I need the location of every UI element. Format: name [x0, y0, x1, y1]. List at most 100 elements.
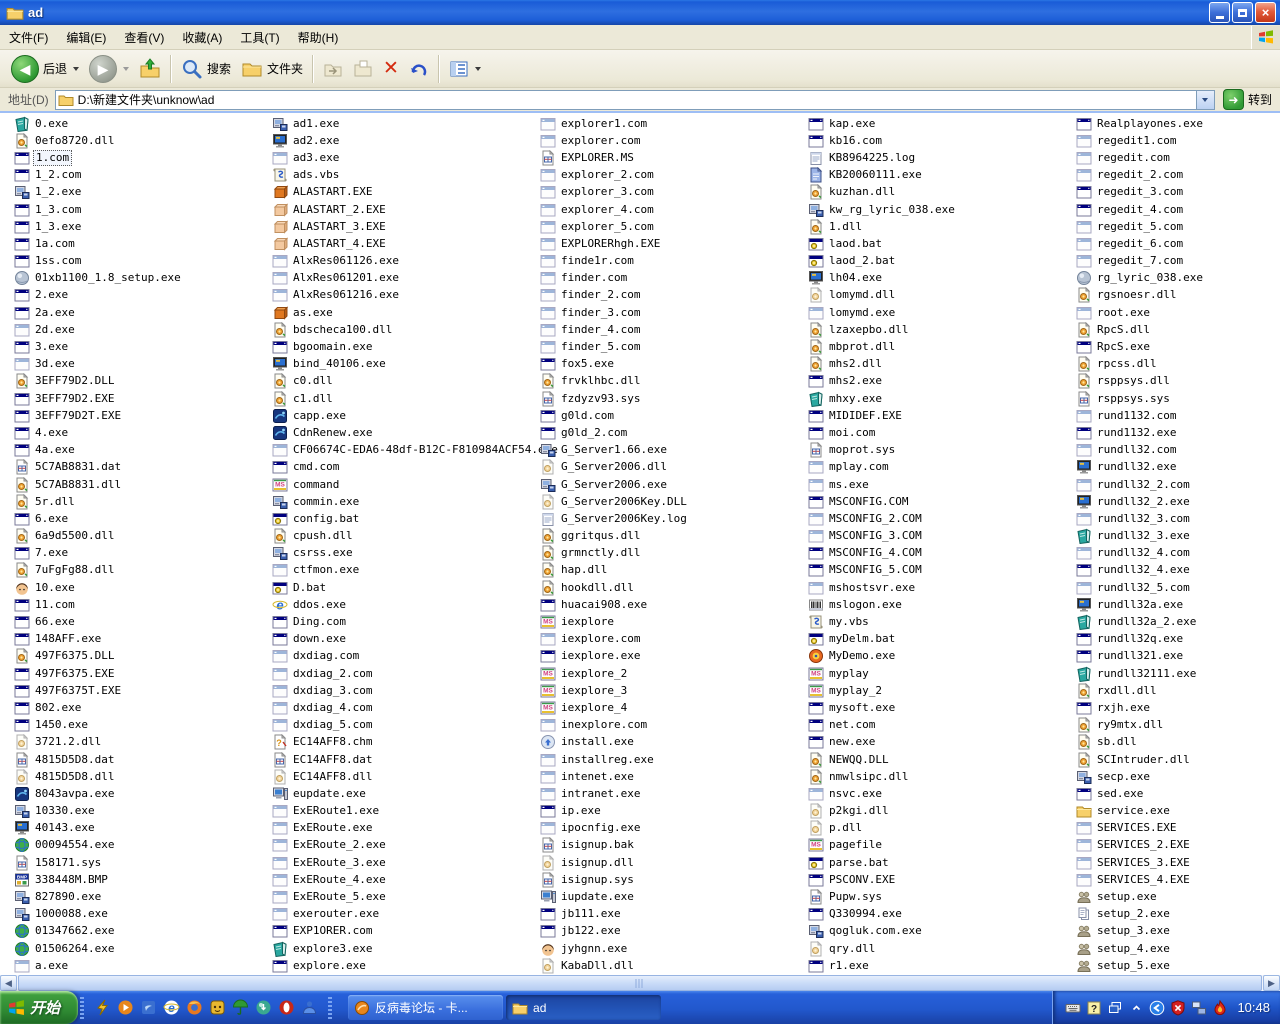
file-item[interactable]: iexplore.com [540, 631, 689, 648]
file-item[interactable]: KB20060111.exe [808, 167, 957, 184]
quick-launch-handle[interactable] [80, 997, 84, 1019]
scrollbar-thumb[interactable] [18, 975, 1262, 991]
file-item[interactable]: setup_4.exe [1076, 940, 1205, 957]
file-item[interactable]: mplay.com [808, 459, 957, 476]
folders-button[interactable]: 文件夹 [236, 54, 308, 84]
file-item[interactable]: 3EFF79D2.EXE [14, 390, 183, 407]
file-item[interactable]: 497F6375.DLL [14, 648, 183, 665]
file-item[interactable]: p2kgi.dll [808, 803, 957, 820]
file-item[interactable]: moprot.sys [808, 442, 957, 459]
file-item[interactable]: sed.exe [1076, 785, 1205, 802]
file-item[interactable]: laod.bat [808, 235, 957, 252]
file-item[interactable]: MSCONFIG_5.COM [808, 562, 957, 579]
hide-icons-chevron-icon[interactable] [1128, 1000, 1144, 1016]
forward-dropdown-caret[interactable] [123, 67, 129, 71]
file-item[interactable]: MSCONFIG_4.COM [808, 545, 957, 562]
file-item[interactable]: mhs2.dll [808, 356, 957, 373]
file-item[interactable]: myDelm.bat [808, 631, 957, 648]
file-item[interactable]: g0ld.com [540, 407, 689, 424]
file-item[interactable]: rundll32a_2.exe [1076, 613, 1205, 630]
file-item[interactable]: ALASTART.EXE [272, 184, 560, 201]
file-item[interactable]: Q330994.exe [808, 906, 957, 923]
file-item[interactable]: EXPLORER.MS [540, 149, 689, 166]
file-item[interactable]: ExERoute1.exe [272, 803, 560, 820]
file-item[interactable]: finder_4.com [540, 321, 689, 338]
file-item[interactable]: MSpagefile [808, 837, 957, 854]
file-item[interactable]: iexplore.exe [540, 648, 689, 665]
file-item[interactable]: MSmyplay_2 [808, 682, 957, 699]
opera-icon[interactable] [278, 999, 295, 1016]
views-button[interactable] [444, 54, 486, 84]
file-item[interactable]: 11.com [14, 596, 183, 613]
back-dropdown-caret[interactable] [73, 67, 79, 71]
file-item[interactable]: mshostsvr.exe [808, 579, 957, 596]
file-item[interactable]: Realplayones.exe [1076, 115, 1205, 132]
file-item[interactable]: finder.com [540, 270, 689, 287]
file-item[interactable]: G_Server1.66.exe [540, 442, 689, 459]
file-item[interactable]: jb111.exe [540, 906, 689, 923]
file-item[interactable]: g0ld_2.com [540, 424, 689, 441]
file-item[interactable]: finde1r.com [540, 253, 689, 270]
file-item[interactable]: hap.dll [540, 562, 689, 579]
file-item[interactable]: installreg.exe [540, 751, 689, 768]
minimize-button[interactable] [1209, 2, 1230, 23]
file-item[interactable]: ExERoute_2.exe [272, 837, 560, 854]
file-item[interactable]: rundll32q.exe [1076, 631, 1205, 648]
file-item[interactable]: ExERoute_4.exe [272, 871, 560, 888]
file-item[interactable]: rsppsys.sys [1076, 390, 1205, 407]
file-item[interactable]: rundll32_4.exe [1076, 562, 1205, 579]
file-item[interactable]: 4815D5D8.dat [14, 751, 183, 768]
file-item[interactable]: regedit.com [1076, 149, 1205, 166]
file-item[interactable]: inexplore.com [540, 717, 689, 734]
file-item[interactable]: isignup.dll [540, 854, 689, 871]
file-item[interactable]: dxdiag_2.com [272, 665, 560, 682]
forward-button[interactable]: ▶ [84, 54, 134, 84]
file-item[interactable]: ry9mtx.dll [1076, 717, 1205, 734]
task-button-1[interactable]: 反病毒论坛 - 卡... [348, 995, 503, 1020]
file-item[interactable]: 148AFF.exe [14, 631, 183, 648]
file-item[interactable]: ExERoute_5.exe [272, 888, 560, 905]
address-input[interactable]: D:\新建文件夹\unknow\ad [55, 90, 1197, 110]
file-item[interactable]: lzaxepbo.dll [808, 321, 957, 338]
file-item[interactable]: SERVICES_3.EXE [1076, 854, 1205, 871]
file-item[interactable]: ms.exe [808, 476, 957, 493]
file-item[interactable]: rundll32a.exe [1076, 596, 1205, 613]
file-item[interactable]: ALASTART_2.EXE [272, 201, 560, 218]
file-item[interactable]: intenet.exe [540, 768, 689, 785]
file-item[interactable]: laod_2.bat [808, 253, 957, 270]
file-item[interactable]: 1_3.exe [14, 218, 183, 235]
file-item[interactable]: rxdll.dll [1076, 682, 1205, 699]
file-item[interactable]: 10.exe [14, 579, 183, 596]
file-item[interactable]: G_Server2006.dll [540, 459, 689, 476]
file-item[interactable]: EXPLORERhgh.EXE [540, 235, 689, 252]
file-item[interactable]: SCIntruder.dll [1076, 751, 1205, 768]
file-item[interactable]: 802.exe [14, 699, 183, 716]
menu-item-2[interactable]: 编辑(E) [57, 26, 115, 49]
file-item[interactable]: rund1132.exe [1076, 424, 1205, 441]
file-item[interactable]: explorer_3.com [540, 184, 689, 201]
file-item[interactable]: rundll32111.exe [1076, 665, 1205, 682]
restore-window-icon[interactable] [1107, 1000, 1123, 1016]
file-item[interactable]: huacai908.exe [540, 596, 689, 613]
file-item[interactable]: Ding.com [272, 613, 560, 630]
messenger-icon[interactable] [301, 999, 318, 1016]
file-item[interactable]: 6a9d5500.dll [14, 528, 183, 545]
file-item[interactable]: regedit_2.com [1076, 167, 1205, 184]
file-item[interactable]: regedit_5.com [1076, 218, 1205, 235]
file-item[interactable]: dxdiag_4.com [272, 699, 560, 716]
file-item[interactable]: eupdate.exe [272, 785, 560, 802]
file-item[interactable]: grmnctly.dll [540, 545, 689, 562]
move-to-button[interactable] [318, 54, 348, 84]
file-item[interactable]: csrss.exe [272, 545, 560, 562]
file-item[interactable]: mbprot.dll [808, 338, 957, 355]
file-item[interactable]: rund1132.com [1076, 407, 1205, 424]
file-item[interactable]: 4.exe [14, 424, 183, 441]
file-item[interactable]: AlxRes061216.exe [272, 287, 560, 304]
file-item[interactable]: kuzhan.dll [808, 184, 957, 201]
file-item[interactable]: setup_2.exe [1076, 906, 1205, 923]
file-item[interactable]: SERVICES_4.EXE [1076, 871, 1205, 888]
quick-launch-handle[interactable] [328, 997, 332, 1019]
kingsoft-umbrella-icon[interactable] [232, 999, 249, 1016]
file-item[interactable]: ads.vbs [272, 167, 560, 184]
start-button[interactable]: 开始 [0, 991, 78, 1024]
